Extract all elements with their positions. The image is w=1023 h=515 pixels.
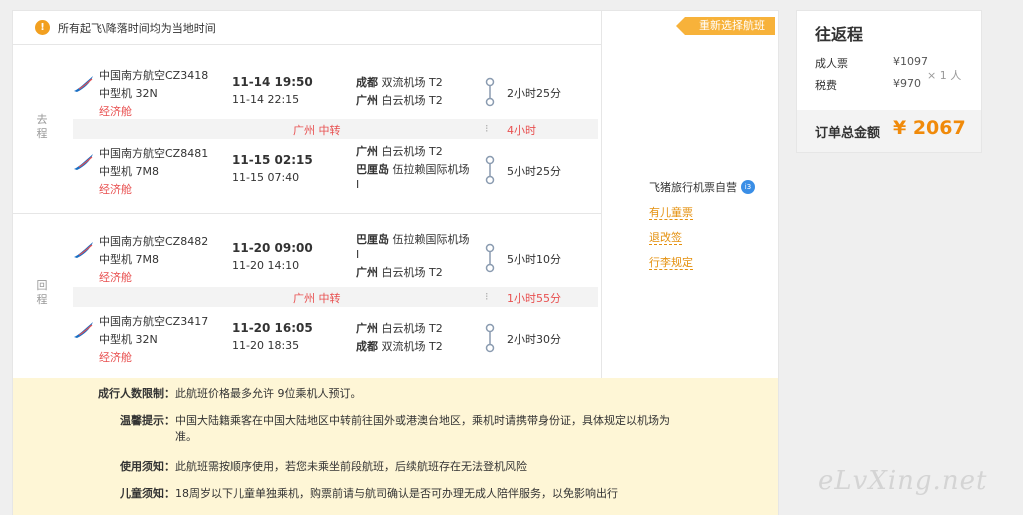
arrival-time: 11-15 07:40 [232,171,300,184]
note-label: 儿童须知： [120,487,175,500]
transfer-city: 广州 中转 [293,124,341,137]
departure-airport: 广州 白云机场 T2 [356,145,443,158]
china-southern-logo-icon [74,154,93,170]
aircraft-type: 中型机 7M8 [99,253,159,266]
price-summary: 往返程 成人票 ¥1097 税费 ¥970 × 1 人 订单总金额 ¥ 2067 [796,10,982,153]
info-badge-icon[interactable]: i3 [741,180,755,194]
transfer-row: 广州 中转 ⁝ 1小时55分 [73,287,598,307]
transfer-wait: 1小时55分 [507,292,561,305]
arrival-airport: 巴厘岛 伍拉赖国际机场 I [356,163,470,191]
airline-flight-no: 中国南方航空CZ8482 [99,235,209,248]
cabin-class: 经济舱 [99,183,132,196]
baggage-rules-link[interactable]: 行李规定 [649,256,693,270]
departure-time: 11-15 02:15 [232,153,313,167]
outbound-char-1: 去 [36,113,48,126]
adult-ticket-price: ¥1097 [893,55,928,68]
child-ticket-link[interactable]: 有儿童票 [649,206,693,220]
trip-divider [13,213,601,214]
arrival-time: 11-20 18:35 [232,339,300,352]
tax-price: ¥970 [893,77,921,90]
time-notice: ! 所有起飞\降落时间均为当地时间 [13,11,601,45]
trip-type-title: 往返程 [815,25,864,44]
return-char-1: 回 [36,279,48,292]
airline-flight-no: 中国南方航空CZ3418 [99,69,209,82]
flight-duration: 2小时25分 [507,87,561,100]
flight-duration: 5小时10分 [507,253,561,266]
flight-duration: 5小时25分 [507,165,561,178]
arrival-airport: 广州 白云机场 T2 [356,266,443,279]
route-icon [485,77,495,107]
aircraft-type: 中型机 32N [99,87,158,100]
return-char-2: 程 [36,293,48,306]
china-southern-logo-icon [74,76,93,92]
passenger-count: × 1 人 [927,69,962,82]
cabin-class: 经济舱 [99,105,132,118]
transfer-wait: 4小时 [507,124,536,137]
flight-detail-panel: ! 所有起飞\降落时间均为当地时间 重新选择航班 去 程 回 程 中国南方航空C… [12,10,779,515]
reselect-flight-button[interactable]: 重新选择航班 [676,17,775,35]
outbound-char-2: 程 [36,127,48,140]
outbound-label: 去 程 [35,113,49,141]
warning-icon: ! [35,20,50,35]
china-southern-logo-icon [74,242,93,258]
china-southern-logo-icon [74,322,93,338]
note-label: 成行人数限制： [98,387,175,400]
total-amount: ¥ 2067 [893,117,966,139]
route-icon [485,243,495,273]
departure-time: 11-14 19:50 [232,75,313,89]
flight-duration: 2小时30分 [507,333,561,346]
flight-segment: 中国南方航空CZ3417 中型机 32N 经济舱 11-20 16:05 11-… [73,309,593,369]
departure-time: 11-20 09:00 [232,241,313,255]
departure-airport: 巴厘岛 伍拉赖国际机场 I [356,233,470,261]
flight-segment: 中国南方航空CZ8482 中型机 7M8 经济舱 11-20 09:00 11-… [73,229,593,289]
adult-ticket-label: 成人票 [815,57,848,70]
self-operated-label: 飞猪旅行机票自营 i3 [649,179,755,195]
note-text: 此航班价格最多允许 9位乘机人预订。 [175,387,362,400]
self-operated-text: 飞猪旅行机票自营 [649,181,737,194]
vertical-divider [601,11,602,378]
airline-flight-no: 中国南方航空CZ8481 [99,147,209,160]
refund-change-link[interactable]: 退改签 [649,231,682,245]
arrival-time: 11-20 14:10 [232,259,300,272]
airline-flight-no: 中国南方航空CZ3417 [99,315,209,328]
note-label: 使用须知： [120,460,175,473]
flight-segment: 中国南方航空CZ8481 中型机 7M8 经济舱 11-15 02:15 11-… [73,141,593,201]
departure-airport: 成都 双流机场 T2 [356,76,443,89]
note-text: 此航班需按顺序使用，若您未乘坐前段航班，后续航班存在无法登机风险 [175,460,527,473]
arrival-time: 11-14 22:15 [232,93,300,106]
transfer-city: 广州 中转 [293,292,341,305]
cabin-class: 经济舱 [99,271,132,284]
arrival-airport: 成都 双流机场 T2 [356,340,443,353]
watermark: eLvXing.net [818,466,988,496]
departure-time: 11-20 16:05 [232,321,313,335]
route-icon [485,155,495,185]
note-text: 18周岁以下儿童单独乘机，购票前请与航司确认是否可办理无成人陪伴服务，以免影响出… [175,487,618,500]
note-text: 中国大陆籍乘客在中国大陆地区中转前往国外或港澳台地区，乘机时请携带身份证，具体规… [175,414,670,443]
note-label: 温馨提示： [120,414,175,427]
aircraft-type: 中型机 32N [99,333,158,346]
transfer-icon: ⁝ [485,290,489,303]
flight-segment: 中国南方航空CZ3418 中型机 32N 经济舱 11-14 19:50 11-… [73,63,593,123]
return-label: 回 程 [35,279,49,307]
route-icon [485,323,495,353]
tax-label: 税费 [815,79,837,92]
order-total: 订单总金额 ¥ 2067 [797,110,981,152]
cabin-class: 经济舱 [99,351,132,364]
transfer-icon: ⁝ [485,122,489,135]
transfer-row: 广州 中转 ⁝ 4小时 [73,119,598,139]
total-label: 订单总金额 [815,126,881,141]
departure-airport: 广州 白云机场 T2 [356,322,443,335]
notice-text: 所有起飞\降落时间均为当地时间 [58,21,216,35]
aircraft-type: 中型机 7M8 [99,165,159,178]
arrival-airport: 广州 白云机场 T2 [356,94,443,107]
booking-notes: 成行人数限制： 此航班价格最多允许 9位乘机人预订。 温馨提示： 中国大陆籍乘客… [13,378,778,515]
